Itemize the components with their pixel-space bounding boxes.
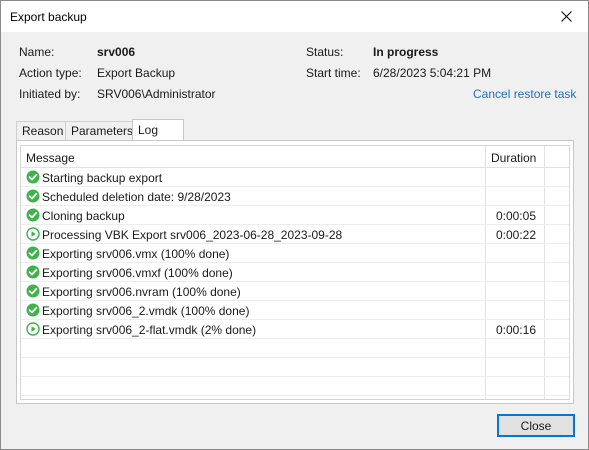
initiated-by-value: SRV006\Administrator [97,87,216,101]
empty-row [21,358,569,377]
log-message: Exporting srv006.vmxf (100% done) [42,266,233,280]
start-time-value: 6/28/2023 5:04:21 PM [373,66,492,80]
log-message: Exporting srv006.nvram (100% done) [42,285,241,299]
log-row[interactable]: Processing VBK Export srv006_2023-06-28_… [21,225,569,244]
message-column-header[interactable]: Message [26,151,75,165]
log-message: Processing VBK Export srv006_2023-06-28_… [42,228,343,242]
cancel-restore-task-link[interactable]: Cancel restore task [473,87,576,101]
start-time-label: Start time: [306,66,361,80]
log-row[interactable]: Exporting srv006.nvram (100% done) [21,282,569,301]
log-message: Cloning backup [42,209,125,223]
log-row[interactable]: Exporting srv006.vmxf (100% done) [21,263,569,282]
log-row[interactable]: Cloning backup 0:00:05 [21,206,569,225]
name-label: Name: [19,45,55,59]
tab-log[interactable]: Log [132,119,184,141]
export-backup-dialog: Export backup Name: srv006 Action type: … [0,0,589,450]
log-message: Starting backup export [42,171,163,185]
log-row[interactable]: Exporting srv006.vmx (100% done) [21,244,569,263]
log-duration: 0:00:05 [495,209,536,223]
log-row[interactable]: Exporting srv006_2.vmdk (100% done) [21,301,569,320]
status-label: Status: [306,45,344,59]
log-message: Exporting srv006.vmx (100% done) [42,247,230,261]
success-check-icon [26,246,40,260]
empty-row [21,339,569,358]
action-type-label: Action type: [19,66,82,80]
log-duration: 0:00:16 [495,323,536,337]
window-title: Export backup [10,10,87,24]
title-bar: Export backup [1,1,588,32]
log-row[interactable]: Exporting srv006_2-flat.vmdk (2% done) 0:… [21,320,569,339]
status-value: In progress [373,45,439,59]
success-check-icon [26,208,40,222]
close-button[interactable]: Close [497,414,575,437]
log-row[interactable]: Starting backup export [21,168,569,187]
success-check-icon [26,189,40,203]
log-message: Exporting srv006_2-flat.vmdk (2% done) [42,323,257,337]
in-progress-play-icon [26,322,40,336]
log-table-header: Message Duration [21,146,569,168]
success-check-icon [26,265,40,279]
tab-parameters[interactable]: Parameters [65,121,133,140]
success-check-icon [26,303,40,317]
success-check-icon [26,170,40,184]
log-row[interactable]: Scheduled deletion date: 9/28/2023 [21,187,569,206]
success-check-icon [26,284,40,298]
name-value: srv006 [97,45,136,59]
log-table: Message Duration Starting backup export S… [20,145,570,400]
action-type-value: Export Backup [97,66,176,80]
log-duration: 0:00:22 [495,228,536,242]
duration-column-header[interactable]: Duration [491,151,536,165]
initiated-by-label: Initiated by: [19,87,81,101]
close-icon [560,11,572,22]
empty-row [21,377,569,396]
in-progress-play-icon [26,227,40,241]
log-message: Scheduled deletion date: 9/28/2023 [42,190,231,204]
log-message: Exporting srv006_2.vmdk (100% done) [42,304,250,318]
log-panel: Message Duration Starting backup export S… [16,140,574,404]
close-window-button[interactable] [544,1,588,32]
tab-reason[interactable]: Reason [16,121,66,140]
